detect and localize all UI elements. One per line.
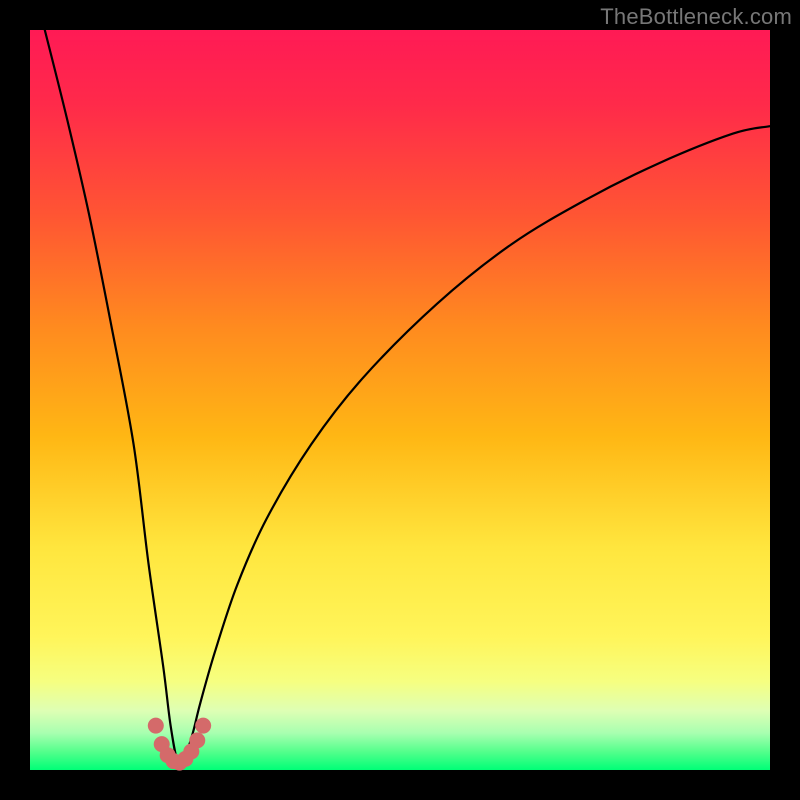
trough-marker (189, 732, 205, 748)
trough-marker (148, 718, 164, 734)
plot-area (30, 30, 770, 770)
curve-layer (30, 30, 770, 770)
chart-frame: TheBottleneck.com (0, 0, 800, 800)
watermark-text: TheBottleneck.com (600, 4, 792, 30)
trough-marker (195, 718, 211, 734)
bottleneck-curve (45, 30, 770, 764)
optimal-range-markers (148, 718, 211, 771)
